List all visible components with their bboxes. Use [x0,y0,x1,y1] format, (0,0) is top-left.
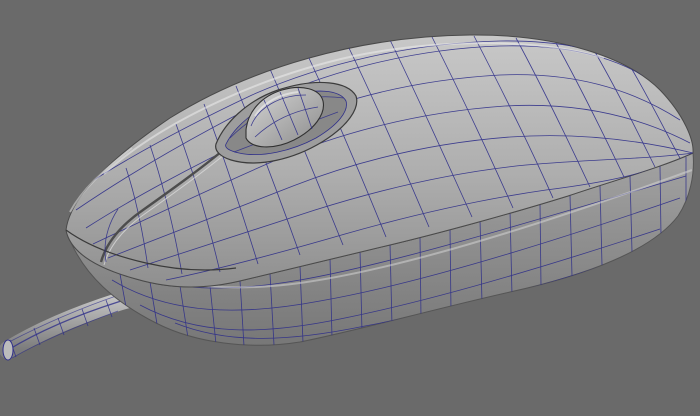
mouse-model-render[interactable] [0,0,700,416]
3d-viewport[interactable] [0,0,700,416]
